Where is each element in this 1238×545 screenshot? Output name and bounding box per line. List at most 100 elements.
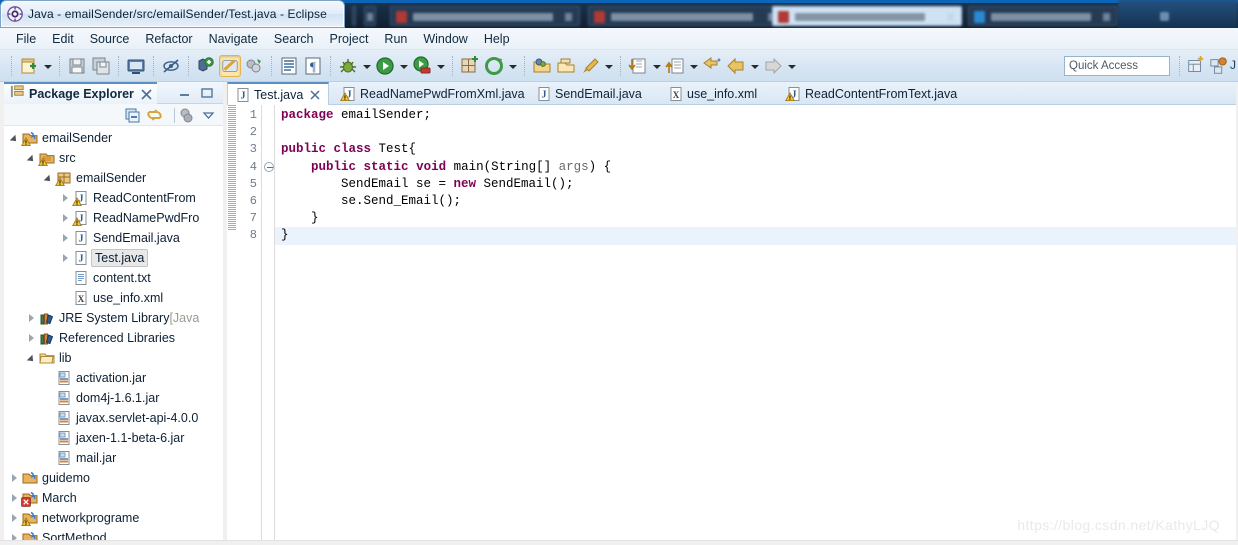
tree-item-jaxen-1-1-beta-6-jar[interactable]: jaxen-1.1-beta-6.jar	[4, 428, 223, 448]
new-file-dropdown-icon[interactable]	[41, 55, 54, 77]
tree-item-sendemail-java[interactable]: J SendEmail.java	[4, 228, 223, 248]
editor-tab-sendemail-java[interactable]: J SendEmail.java	[529, 82, 649, 105]
grid-plus-icon[interactable]	[459, 55, 481, 77]
open-type-icon[interactable]	[219, 54, 241, 77]
menu-help[interactable]: Help	[476, 30, 518, 48]
fold-cell[interactable]	[262, 210, 274, 227]
collapse-all-icon[interactable]	[124, 107, 141, 124]
code-line[interactable]: SendEmail se = new SendEmail();	[275, 176, 1236, 193]
package-explorer-tab[interactable]: Package Explorer	[4, 82, 157, 104]
code-line[interactable]: package emailSender;	[275, 107, 1236, 124]
editor-tab-readnamepwdfromxml-java[interactable]: J ReadNamePwdFromXml.java	[334, 82, 532, 105]
tree-twisty-collapsed[interactable]	[59, 208, 73, 228]
menu-refactor[interactable]: Refactor	[137, 30, 200, 48]
code-line[interactable]: }	[275, 210, 1236, 227]
tree-twisty-collapsed[interactable]	[8, 488, 22, 508]
code-line[interactable]: public static void main(String[] args) {	[275, 159, 1236, 176]
up-arrow-dropdown-icon[interactable]	[687, 55, 700, 77]
code-line[interactable]: }	[275, 227, 1236, 245]
folding-ruler[interactable]	[261, 105, 275, 545]
tree-twisty-collapsed[interactable]	[59, 248, 73, 268]
annotation-ruler[interactable]	[227, 105, 237, 545]
code-line[interactable]: public class Test{	[275, 141, 1236, 158]
java-perspective-icon[interactable]	[1209, 56, 1229, 76]
tree-item-jre-system-library[interactable]: JRE System Library [Java	[4, 308, 223, 328]
debug-dropdown-icon[interactable]	[360, 55, 373, 77]
minimize-icon[interactable]	[177, 86, 193, 100]
tree-twisty-collapsed[interactable]	[59, 228, 73, 248]
tree-twisty-collapsed[interactable]	[8, 508, 22, 528]
tree-twisty-collapsed[interactable]	[59, 188, 73, 208]
quick-access-input[interactable]: Quick Access	[1064, 56, 1170, 76]
tree-item-referenced-libraries[interactable]: Referenced Libraries	[4, 328, 223, 348]
source-text[interactable]: package emailSender; public class Test{ p…	[275, 105, 1236, 545]
coverage-icon[interactable]	[411, 55, 433, 77]
save-icon[interactable]	[66, 55, 88, 77]
coverage-dropdown-icon[interactable]	[434, 55, 447, 77]
tree-twisty-collapsed[interactable]	[25, 328, 39, 348]
maximize-icon[interactable]	[199, 86, 215, 100]
fold-cell[interactable]	[262, 141, 274, 158]
tree-item-content-txt[interactable]: content.txt	[4, 268, 223, 288]
brush-dropdown-icon[interactable]	[602, 55, 615, 77]
menu-project[interactable]: Project	[322, 30, 377, 48]
menu-search[interactable]: Search	[266, 30, 322, 48]
editor-tab-readcontentfromtext-java[interactable]: J ReadContentFromText.java	[779, 82, 964, 105]
tree-twisty-expanded[interactable]	[25, 148, 39, 168]
close-task-icon[interactable]	[555, 55, 577, 77]
fold-cell[interactable]	[262, 107, 274, 124]
close-icon[interactable]	[309, 89, 321, 101]
refresh-dropdown-icon[interactable]	[506, 55, 519, 77]
editor-tab-row[interactable]: J Test.java J ReadNamePwdFromXml.java J SendE…	[227, 82, 1236, 105]
save-all-icon[interactable]	[90, 55, 112, 77]
menu-source[interactable]: Source	[82, 30, 138, 48]
fold-cell[interactable]	[262, 193, 274, 210]
fold-cell[interactable]	[262, 176, 274, 193]
new-class-icon[interactable]	[195, 55, 217, 77]
run-play-icon[interactable]	[374, 55, 396, 77]
tree-item-use-info-xml[interactable]: Xuse_info.xml	[4, 288, 223, 308]
tree-twisty-expanded[interactable]	[25, 348, 39, 368]
menu-window[interactable]: Window	[415, 30, 475, 48]
external-tools-icon[interactable]	[243, 55, 265, 77]
block-selection-icon[interactable]	[278, 55, 300, 77]
code-line[interactable]	[275, 124, 1236, 141]
menu-file[interactable]: File	[8, 30, 44, 48]
fold-collapse-icon[interactable]	[264, 161, 274, 172]
tree-item-march[interactable]: March	[4, 488, 223, 508]
tree-item-networkprograme[interactable]: networkprograme	[4, 508, 223, 528]
print-icon[interactable]	[125, 55, 147, 77]
mark-occurrences-icon[interactable]	[160, 55, 182, 77]
editor-tab-use-info-xml[interactable]: Xuse_info.xml	[661, 82, 764, 105]
code-line[interactable]: se.Send_Email();	[275, 193, 1236, 210]
tree-twisty-expanded[interactable]	[8, 128, 22, 148]
last-edit-icon[interactable]	[701, 55, 723, 77]
link-with-editor-icon[interactable]	[146, 107, 163, 124]
menu-edit[interactable]: Edit	[44, 30, 82, 48]
tree-twisty-expanded[interactable]	[42, 168, 56, 188]
pilcrow-icon[interactable]: ¶	[302, 55, 324, 77]
tree-item-guidemo[interactable]: guidemo	[4, 468, 223, 488]
debug-bug-icon[interactable]	[337, 55, 359, 77]
tree-item-dom4j-1-6-1-jar[interactable]: dom4j-1.6.1.jar	[4, 388, 223, 408]
tree-item-emailsender[interactable]: emailSender	[4, 128, 223, 148]
tree-item-javax-servlet-api-4-0-0[interactable]: javax.servlet-api-4.0.0	[4, 408, 223, 428]
fold-cell[interactable]	[262, 124, 274, 141]
up-arrow-doc-icon[interactable]	[664, 55, 686, 77]
project-tree[interactable]: emailSender src emailSender J ReadContentFro…	[4, 126, 223, 545]
fold-cell[interactable]	[262, 159, 274, 176]
menu-navigate[interactable]: Navigate	[201, 30, 266, 48]
run-dropdown-icon[interactable]	[397, 55, 410, 77]
code-editor[interactable]: 1 2 3 4 5 6 7 8 package emailSender; public clas…	[227, 105, 1236, 545]
tree-twisty-collapsed[interactable]	[25, 308, 39, 328]
back-dropdown-icon[interactable]	[748, 55, 761, 77]
open-perspective-icon[interactable]	[1186, 56, 1206, 76]
forward-dropdown-icon[interactable]	[785, 55, 798, 77]
back-arrow-icon[interactable]	[725, 55, 747, 77]
forward-arrow-icon[interactable]	[762, 55, 784, 77]
tree-twisty-collapsed[interactable]	[8, 468, 22, 488]
fold-cell[interactable]	[262, 227, 274, 244]
tree-item-mail-jar[interactable]: mail.jar	[4, 448, 223, 468]
close-icon[interactable]	[140, 88, 153, 101]
tree-item-readnamepwdfro[interactable]: J ReadNamePwdFro	[4, 208, 223, 228]
